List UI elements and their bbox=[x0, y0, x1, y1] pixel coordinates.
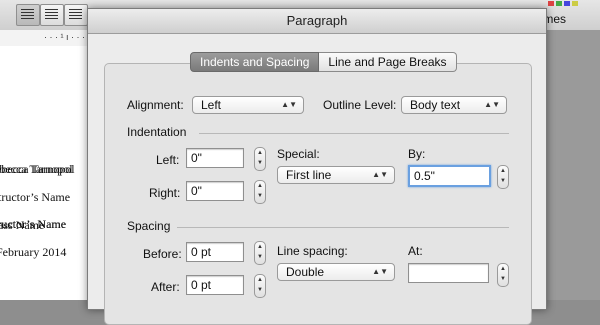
outline-level-select[interactable]: Body text ▲▼ bbox=[401, 96, 507, 114]
document-line: ebecca Tarnopol bbox=[0, 162, 75, 176]
styles-swatch-icon bbox=[572, 1, 578, 6]
document-line: February 2014 bbox=[0, 245, 67, 259]
ruler[interactable]: · · · ¹ ı · · · bbox=[0, 30, 90, 47]
outline-level-label: Outline Level: bbox=[323, 98, 397, 112]
styles-swatch-icon bbox=[564, 1, 570, 6]
line-spacing-label: Line spacing: bbox=[277, 244, 348, 258]
after-label: After: bbox=[151, 280, 180, 294]
special-label: Special: bbox=[277, 147, 320, 161]
tab-indents-and-spacing[interactable]: Indents and Spacing bbox=[190, 52, 320, 72]
right-indent-field[interactable]: 0" bbox=[186, 181, 244, 201]
align-right-button[interactable] bbox=[64, 4, 88, 26]
at-label: At: bbox=[408, 244, 423, 258]
styles-swatch-icon bbox=[548, 1, 554, 6]
alignment-label: Alignment: bbox=[127, 98, 184, 112]
before-stepper[interactable]: ▲ ▼ bbox=[254, 241, 266, 265]
dialog-tabs: Indents and Spacing Line and Page Breaks bbox=[190, 52, 457, 72]
select-arrows-icon: ▲▼ bbox=[372, 267, 388, 276]
special-value: First line bbox=[286, 168, 332, 182]
align-left-icon bbox=[21, 9, 34, 21]
by-stepper[interactable]: ▲ ▼ bbox=[497, 165, 509, 189]
spacing-separator bbox=[177, 227, 509, 228]
left-indent-label: Left: bbox=[156, 153, 180, 167]
after-field[interactable]: 0 pt bbox=[186, 275, 244, 295]
before-field[interactable]: 0 pt bbox=[186, 242, 244, 262]
select-arrows-icon: ▲▼ bbox=[281, 100, 297, 109]
align-center-button[interactable] bbox=[40, 4, 64, 26]
left-indent-field[interactable]: 0" bbox=[186, 148, 244, 168]
alignment-value: Left bbox=[201, 98, 222, 112]
tab-line-and-page-breaks[interactable]: Line and Page Breaks bbox=[319, 52, 457, 72]
document-line: ass Name bbox=[0, 218, 45, 232]
alignment-select[interactable]: Left ▲▼ bbox=[192, 96, 304, 114]
align-center-icon bbox=[45, 9, 58, 21]
before-label: Before: bbox=[143, 247, 182, 261]
special-select[interactable]: First line ▲▼ bbox=[277, 166, 395, 184]
spacing-section-label: Spacing bbox=[127, 219, 171, 233]
right-indent-stepper[interactable]: ▲ ▼ bbox=[254, 180, 266, 204]
select-arrows-icon: ▲▼ bbox=[484, 100, 500, 109]
left-indent-stepper[interactable]: ▲ ▼ bbox=[254, 147, 266, 171]
indents-spacing-panel: Alignment: Left ▲▼ Outline Level: Body t… bbox=[104, 63, 532, 325]
outline-level-value: Body text bbox=[410, 98, 461, 112]
align-left-button[interactable] bbox=[16, 4, 40, 26]
at-field[interactable] bbox=[408, 263, 489, 283]
line-spacing-value: Double bbox=[286, 265, 325, 279]
document-line: tructor’s Name bbox=[0, 190, 71, 204]
dialog-title: Paragraph bbox=[88, 9, 546, 34]
align-right-icon bbox=[69, 9, 82, 21]
by-field[interactable]: 0.5" bbox=[408, 165, 491, 187]
by-label: By: bbox=[408, 147, 426, 161]
paragraph-dialog: Paragraph Alignment: Left ▲▼ Outline Lev… bbox=[87, 8, 547, 325]
styles-swatch-icon bbox=[556, 1, 562, 6]
line-spacing-select[interactable]: Double ▲▼ bbox=[277, 263, 395, 281]
indentation-separator bbox=[199, 133, 509, 134]
right-indent-label: Right: bbox=[149, 186, 181, 200]
indentation-section-label: Indentation bbox=[127, 125, 187, 139]
ruler-marks: · · · ¹ ı · · · bbox=[44, 32, 85, 42]
window-background bbox=[546, 30, 600, 300]
after-stepper[interactable]: ▲ ▼ bbox=[254, 274, 266, 298]
at-stepper[interactable]: ▲ ▼ bbox=[497, 263, 509, 287]
select-arrows-icon: ▲▼ bbox=[372, 170, 388, 179]
